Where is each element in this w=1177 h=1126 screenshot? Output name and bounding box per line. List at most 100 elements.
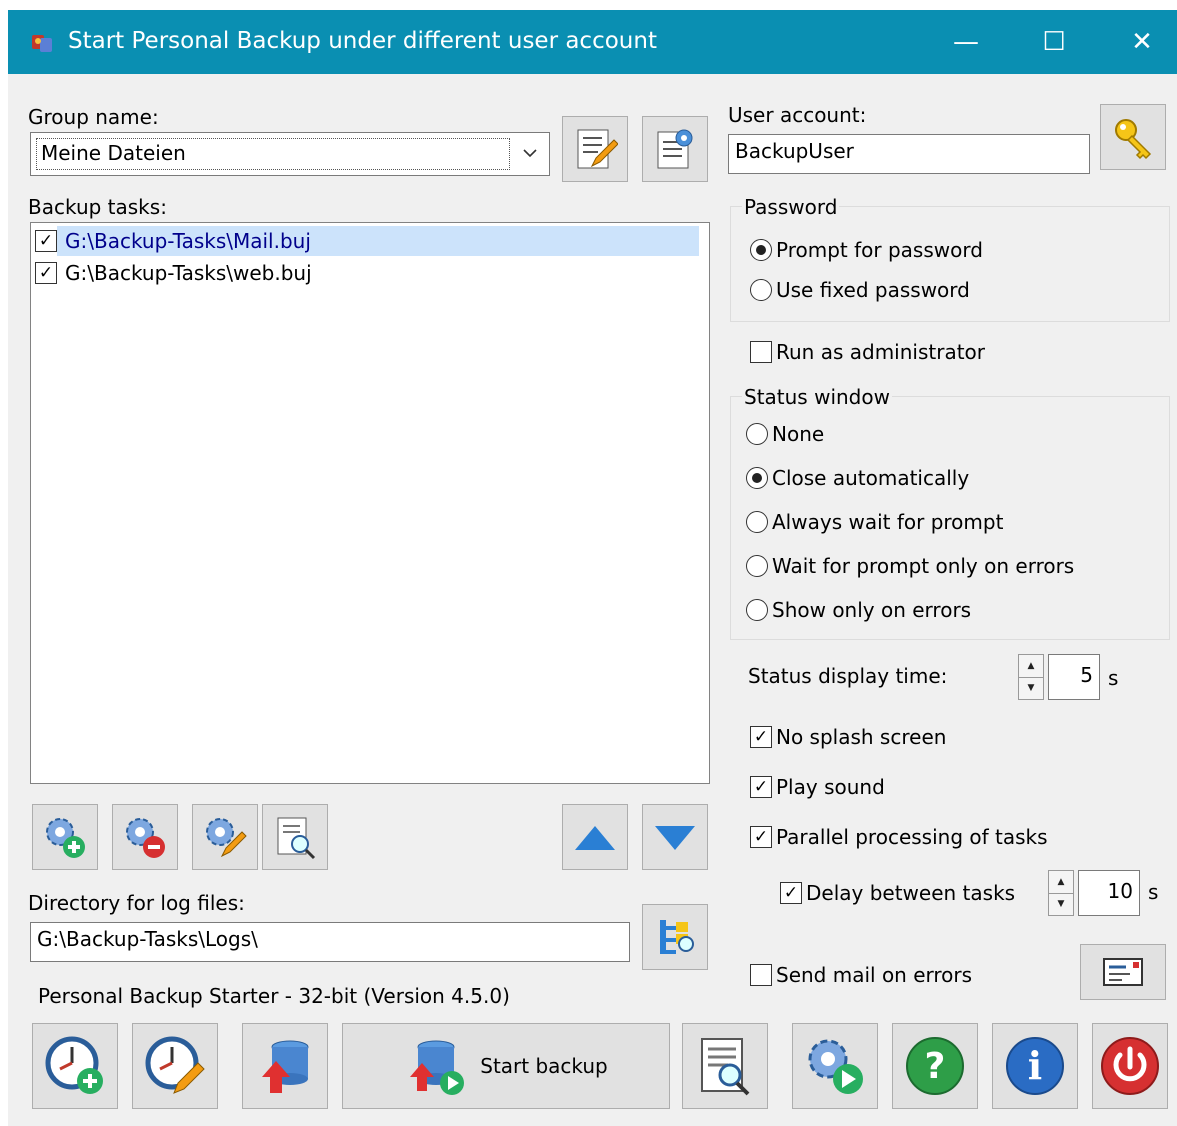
app-icon bbox=[30, 32, 54, 54]
status-wait-errors-radio[interactable]: Wait for prompt only on errors bbox=[746, 554, 1074, 578]
list-item[interactable]: ✓ G:\Backup-Tasks\web.buj bbox=[35, 258, 320, 288]
status-always-wait-radio[interactable]: Always wait for prompt bbox=[746, 510, 1003, 534]
option-label: Prompt for password bbox=[776, 238, 983, 262]
delay-input[interactable]: 10 bbox=[1078, 870, 1140, 916]
key-icon bbox=[1115, 119, 1152, 160]
edit-list-icon bbox=[577, 129, 618, 169]
list-item[interactable]: ✓ G:\Backup-Tasks\Mail.buj bbox=[35, 226, 699, 256]
task-checkbox[interactable]: ✓ bbox=[35, 262, 57, 284]
radio-button[interactable] bbox=[746, 555, 768, 577]
play-sound-checkbox[interactable]: ✓ Play sound bbox=[750, 775, 885, 799]
log-directory-input[interactable]: G:\Backup-Tasks\Logs\ bbox=[30, 922, 630, 962]
checkbox[interactable]: ✓ bbox=[780, 882, 802, 904]
status-show-errors-radio[interactable]: Show only on errors bbox=[746, 598, 971, 622]
schedule-add-button[interactable] bbox=[32, 1023, 118, 1109]
checkbox-label: Parallel processing of tasks bbox=[776, 825, 1048, 849]
database-upload-icon bbox=[262, 1040, 309, 1093]
gear-remove-icon bbox=[126, 818, 165, 858]
edit-task-button[interactable] bbox=[192, 804, 258, 870]
checkbox[interactable] bbox=[750, 964, 772, 986]
info-icon: i bbox=[1006, 1037, 1064, 1095]
start-backup-label: Start backup bbox=[480, 1054, 608, 1078]
group-name-label: Group name: bbox=[28, 105, 159, 129]
spin-up-icon[interactable]: ▲ bbox=[1019, 655, 1043, 678]
help-button[interactable]: ? bbox=[892, 1023, 978, 1109]
svg-text:i: i bbox=[1028, 1043, 1042, 1088]
spin-down-icon[interactable]: ▼ bbox=[1049, 894, 1073, 916]
folder-tree-icon bbox=[660, 920, 694, 954]
view-task-button[interactable] bbox=[262, 804, 328, 870]
group-settings-button[interactable] bbox=[642, 116, 708, 182]
radio-button[interactable] bbox=[750, 279, 772, 301]
close-button[interactable]: ✕ bbox=[1096, 10, 1177, 74]
option-label: Close automatically bbox=[772, 466, 970, 490]
backup-tasks-list[interactable]: ✓ G:\Backup-Tasks\Mail.buj ✓ G:\Backup-T… bbox=[30, 222, 710, 784]
window-title: Start Personal Backup under different us… bbox=[68, 28, 657, 54]
status-display-unit: s bbox=[1108, 666, 1119, 690]
remove-task-button[interactable] bbox=[112, 804, 178, 870]
edit-group-button[interactable] bbox=[562, 116, 628, 182]
credentials-button[interactable] bbox=[1100, 104, 1166, 170]
backup-tasks-label: Backup tasks: bbox=[28, 195, 167, 219]
status-close-auto-radio[interactable]: Close automatically bbox=[746, 466, 969, 490]
group-name-dropdown[interactable]: Meine Dateien bbox=[30, 132, 550, 176]
checkbox[interactable]: ✓ bbox=[750, 826, 772, 848]
minimize-button[interactable]: — bbox=[920, 10, 1012, 74]
user-account-input[interactable]: BackupUser bbox=[728, 134, 1090, 174]
mail-settings-button[interactable] bbox=[1080, 944, 1166, 1000]
task-checkbox[interactable]: ✓ bbox=[35, 230, 57, 252]
option-label: None bbox=[772, 422, 825, 446]
browse-log-directory-button[interactable] bbox=[642, 904, 708, 970]
maximize-icon: ☐ bbox=[1042, 27, 1066, 57]
mail-settings-icon bbox=[1103, 958, 1143, 986]
no-splash-checkbox[interactable]: ✓ No splash screen bbox=[750, 725, 946, 749]
exit-button[interactable] bbox=[1092, 1023, 1168, 1109]
title-bar: Start Personal Backup under different us… bbox=[8, 10, 1177, 74]
close-icon: ✕ bbox=[1131, 27, 1153, 57]
move-up-button[interactable] bbox=[562, 804, 628, 870]
checkbox[interactable]: ✓ bbox=[750, 776, 772, 798]
clock-edit-icon bbox=[145, 1036, 205, 1094]
fixed-password-radio[interactable]: Use fixed password bbox=[750, 278, 970, 302]
maximize-button[interactable]: ☐ bbox=[1008, 10, 1100, 74]
task-path: G:\Backup-Tasks\web.buj bbox=[65, 261, 312, 285]
status-display-input[interactable]: 5 bbox=[1048, 654, 1100, 700]
option-label: Show only on errors bbox=[772, 598, 972, 622]
prompt-password-radio[interactable]: Prompt for password bbox=[750, 238, 983, 262]
status-none-radio[interactable]: None bbox=[746, 422, 824, 446]
restore-button[interactable] bbox=[242, 1023, 328, 1109]
password-group-title: Password bbox=[742, 195, 840, 219]
info-button[interactable]: i bbox=[992, 1023, 1078, 1109]
radio-button[interactable] bbox=[750, 239, 772, 261]
delay-unit: s bbox=[1148, 880, 1159, 904]
gear-edit-icon bbox=[206, 818, 247, 858]
spin-down-icon[interactable]: ▼ bbox=[1019, 678, 1043, 700]
spin-up-icon[interactable]: ▲ bbox=[1049, 871, 1073, 894]
run-as-admin-checkbox[interactable]: Run as administrator bbox=[750, 340, 985, 364]
password-group bbox=[730, 206, 1170, 322]
view-log-button[interactable] bbox=[682, 1023, 768, 1109]
checkbox[interactable]: ✓ bbox=[750, 726, 772, 748]
run-task-button[interactable] bbox=[792, 1023, 878, 1109]
parallel-processing-checkbox[interactable]: ✓ Parallel processing of tasks bbox=[750, 825, 1048, 849]
radio-button[interactable] bbox=[746, 467, 768, 489]
add-task-button[interactable] bbox=[32, 804, 98, 870]
status-display-spinner[interactable]: ▲ ▼ bbox=[1018, 654, 1044, 700]
checkbox-label: Delay between tasks bbox=[806, 881, 1016, 905]
radio-button[interactable] bbox=[746, 423, 768, 445]
radio-button[interactable] bbox=[746, 599, 768, 621]
delay-between-tasks-checkbox[interactable]: ✓ Delay between tasks bbox=[780, 881, 1015, 905]
checkbox-label: Send mail on errors bbox=[776, 963, 973, 987]
checkbox-label: Run as administrator bbox=[776, 340, 986, 364]
start-backup-button[interactable]: Start backup bbox=[342, 1023, 670, 1109]
list-settings-icon bbox=[657, 129, 693, 169]
delay-spinner[interactable]: ▲ ▼ bbox=[1048, 870, 1074, 916]
move-down-button[interactable] bbox=[642, 804, 708, 870]
schedule-edit-button[interactable] bbox=[132, 1023, 218, 1109]
gear-play-icon bbox=[808, 1039, 863, 1094]
radio-button[interactable] bbox=[746, 511, 768, 533]
checkbox[interactable] bbox=[750, 341, 772, 363]
document-search-icon bbox=[277, 817, 316, 860]
user-account-label: User account: bbox=[728, 103, 867, 127]
send-mail-checkbox[interactable]: Send mail on errors bbox=[750, 963, 972, 987]
